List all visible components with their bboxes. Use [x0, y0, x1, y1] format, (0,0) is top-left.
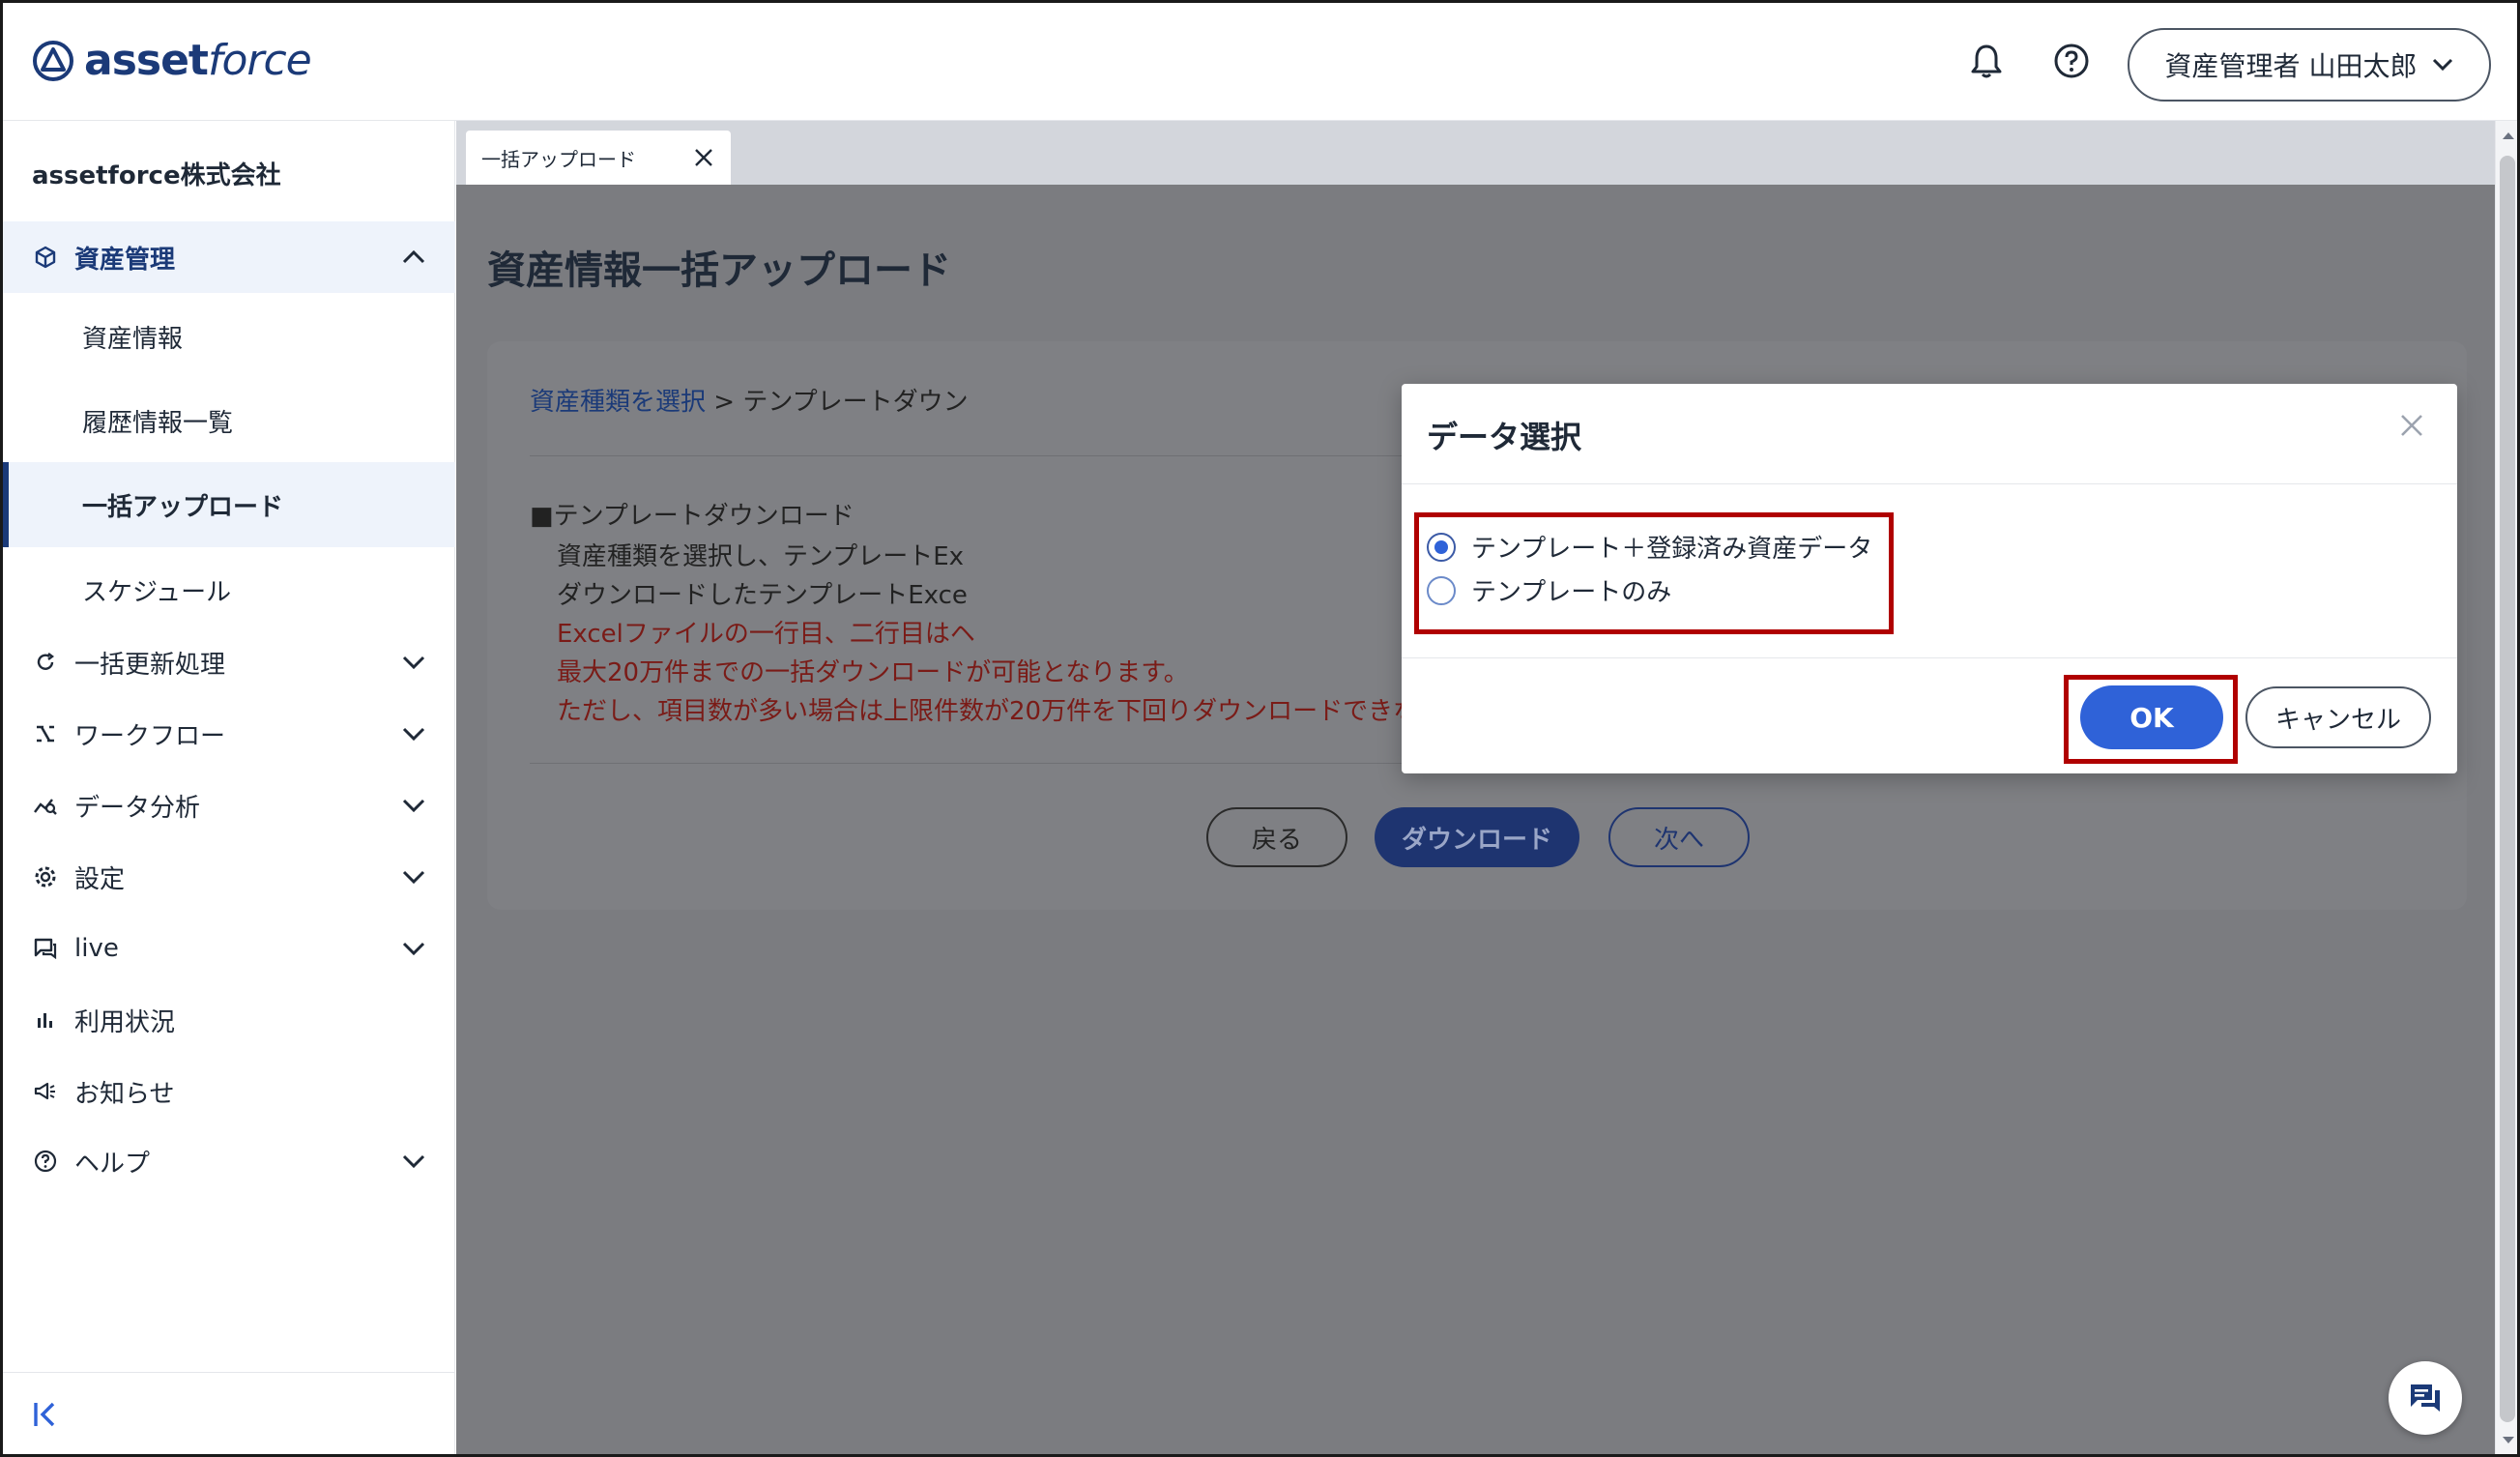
megaphone-icon — [32, 1078, 59, 1105]
radio-label: テンプレートのみ — [1471, 578, 1672, 607]
radio-option-template-with-data[interactable]: テンプレート＋登録済み資産データ — [1427, 529, 1872, 565]
bar-chart-icon — [32, 1006, 59, 1034]
bell-icon[interactable] — [1967, 42, 2006, 80]
back-button[interactable]: 戻る — [1206, 807, 1347, 867]
sidebar-group-label: 設定 — [74, 864, 126, 894]
cube-icon — [32, 244, 59, 271]
chevron-down-icon — [399, 862, 428, 891]
data-select-dialog: データ選択 テンプレート＋登録済み資産データ テンプレートのみ OK キャンセル — [1402, 384, 2457, 773]
chevron-down-icon — [399, 719, 428, 748]
sidebar-item-announcements[interactable]: お知らせ — [3, 1063, 455, 1121]
close-icon[interactable] — [692, 146, 715, 169]
refresh-icon — [32, 649, 59, 676]
close-icon[interactable] — [2397, 411, 2426, 440]
section-title: ■テンプレートダウンロード — [530, 502, 854, 531]
assetforce-logo[interactable]: assetforce — [32, 36, 312, 85]
chevron-up-icon — [399, 243, 428, 272]
sidebar-group-label: live — [74, 934, 119, 963]
sidebar-item-label: 一括アップロード — [82, 492, 284, 522]
sidebar-group-bulk-update[interactable]: 一括更新処理 — [3, 633, 455, 691]
scroll-up-icon[interactable] — [2502, 131, 2515, 140]
gear-icon — [32, 863, 59, 890]
sidebar-item-bulk-upload[interactable]: 一括アップロード — [3, 462, 455, 547]
sidebar-group-live[interactable]: live — [3, 919, 455, 977]
chevron-down-icon — [2433, 58, 2453, 72]
sidebar-footer — [3, 1372, 455, 1454]
sidebar-item-label: 資産情報 — [82, 324, 184, 354]
logo-text: assetforce — [84, 36, 312, 85]
logo-mark-icon — [33, 40, 73, 81]
warning-line: 最大20万件までの一括ダウンロードが可能となります。 — [557, 658, 1189, 687]
collapse-sidebar-icon[interactable] — [32, 1400, 61, 1429]
sidebar-item-history-list[interactable]: 履歴情報一覧 — [3, 387, 455, 454]
sidebar-group-label: 利用状況 — [74, 1007, 176, 1037]
breadcrumb: 資産種類を選択 > テンプレートダウン — [530, 382, 969, 418]
help-icon[interactable] — [2052, 42, 2091, 80]
radio-dot — [1434, 539, 1448, 554]
sidebar-group-label: お知らせ — [74, 1079, 175, 1109]
radio-option-template-only[interactable]: テンプレートのみ — [1427, 572, 1671, 608]
user-name: 資産管理者 山田太郎 — [2164, 50, 2418, 82]
divider — [1402, 483, 2457, 484]
tab-bar: 一括アップロード — [456, 121, 2496, 185]
instruction-line: ダウンロードしたテンプレートExce — [557, 581, 968, 610]
vertical-scrollbar[interactable] — [2495, 121, 2517, 1454]
app-window: assetforce 資産管理者 山田太郎 assetforce株式会社 資産管… — [0, 0, 2520, 1457]
cancel-button[interactable]: キャンセル — [2245, 686, 2431, 748]
sidebar-group-label: 一括更新処理 — [74, 650, 226, 680]
logo-text-italic: force — [207, 36, 312, 85]
sidebar-group-label: ワークフロー — [74, 721, 226, 751]
sidebar-group-workflow[interactable]: ワークフロー — [3, 705, 455, 763]
radio-label: テンプレート＋登録済み資産データ — [1471, 535, 1873, 564]
workflow-icon — [32, 720, 59, 747]
sidebar-group-label: 資産管理 — [74, 245, 176, 275]
sidebar-group-settings[interactable]: 設定 — [3, 848, 455, 906]
chat-icon — [32, 935, 59, 962]
sidebar-group-data-analysis[interactable]: データ分析 — [3, 776, 455, 834]
sidebar-item-label: スケジュール — [82, 577, 232, 607]
page-title: 資産情報一括アップロード — [487, 248, 951, 293]
main-content: 一括アップロード 資産情報一括アップロード 資産種類を選択 > テンプレートダウ… — [456, 121, 2496, 1454]
dialog-title: データ選択 — [1427, 419, 1582, 455]
company-name: assetforce株式会社 — [32, 161, 281, 190]
chat-icon — [2411, 1384, 2440, 1412]
breadcrumb-current: テンプレートダウン — [742, 388, 969, 417]
instruction-line: 資産種類を選択し、テンプレートEx — [557, 542, 965, 571]
sidebar-group-label: データ分析 — [74, 793, 201, 823]
chevron-down-icon — [399, 934, 428, 963]
warning-line: Excelファイルの一行目、二行目はヘ — [557, 620, 975, 649]
tab-label: 一括アップロード — [481, 147, 636, 171]
analytics-icon — [32, 792, 59, 819]
logo-text-bold: asset — [84, 36, 209, 85]
scrollbar-thumb[interactable] — [2500, 156, 2515, 1422]
tab-bulk-upload[interactable]: 一括アップロード — [466, 131, 731, 185]
sidebar: assetforce株式会社 資産管理 資産情報 履歴情報一覧 一括アップロード… — [3, 121, 455, 1454]
top-header: assetforce 資産管理者 山田太郎 — [3, 3, 2517, 121]
user-menu-button[interactable]: 資産管理者 山田太郎 — [2128, 28, 2491, 102]
sidebar-group-label: ヘルプ — [74, 1149, 151, 1179]
next-button[interactable]: 次へ — [1608, 807, 1750, 867]
help-icon — [32, 1148, 59, 1175]
chat-support-button[interactable] — [2389, 1361, 2462, 1435]
chevron-down-icon — [399, 648, 428, 677]
download-button[interactable]: ダウンロード — [1375, 807, 1579, 867]
sidebar-item-label: 履歴情報一覧 — [82, 408, 234, 438]
sidebar-item-schedule[interactable]: スケジュール — [3, 556, 455, 624]
ok-button[interactable]: OK — [2080, 685, 2223, 749]
chevron-down-icon — [399, 1147, 428, 1176]
radio-button-unchecked[interactable] — [1427, 575, 1456, 605]
scroll-down-icon[interactable] — [2502, 1436, 2515, 1445]
sidebar-group-asset-management[interactable]: 資産管理 — [3, 221, 455, 293]
breadcrumb-link[interactable]: 資産種類を選択 — [530, 388, 706, 417]
breadcrumb-separator: > — [713, 388, 736, 417]
radio-button-checked[interactable] — [1427, 532, 1456, 562]
sidebar-item-asset-info[interactable]: 資産情報 — [3, 303, 455, 370]
chevron-down-icon — [399, 791, 428, 820]
divider — [1402, 657, 2457, 658]
sidebar-group-help[interactable]: ヘルプ — [3, 1132, 455, 1190]
sidebar-item-usage[interactable]: 利用状況 — [3, 991, 455, 1049]
